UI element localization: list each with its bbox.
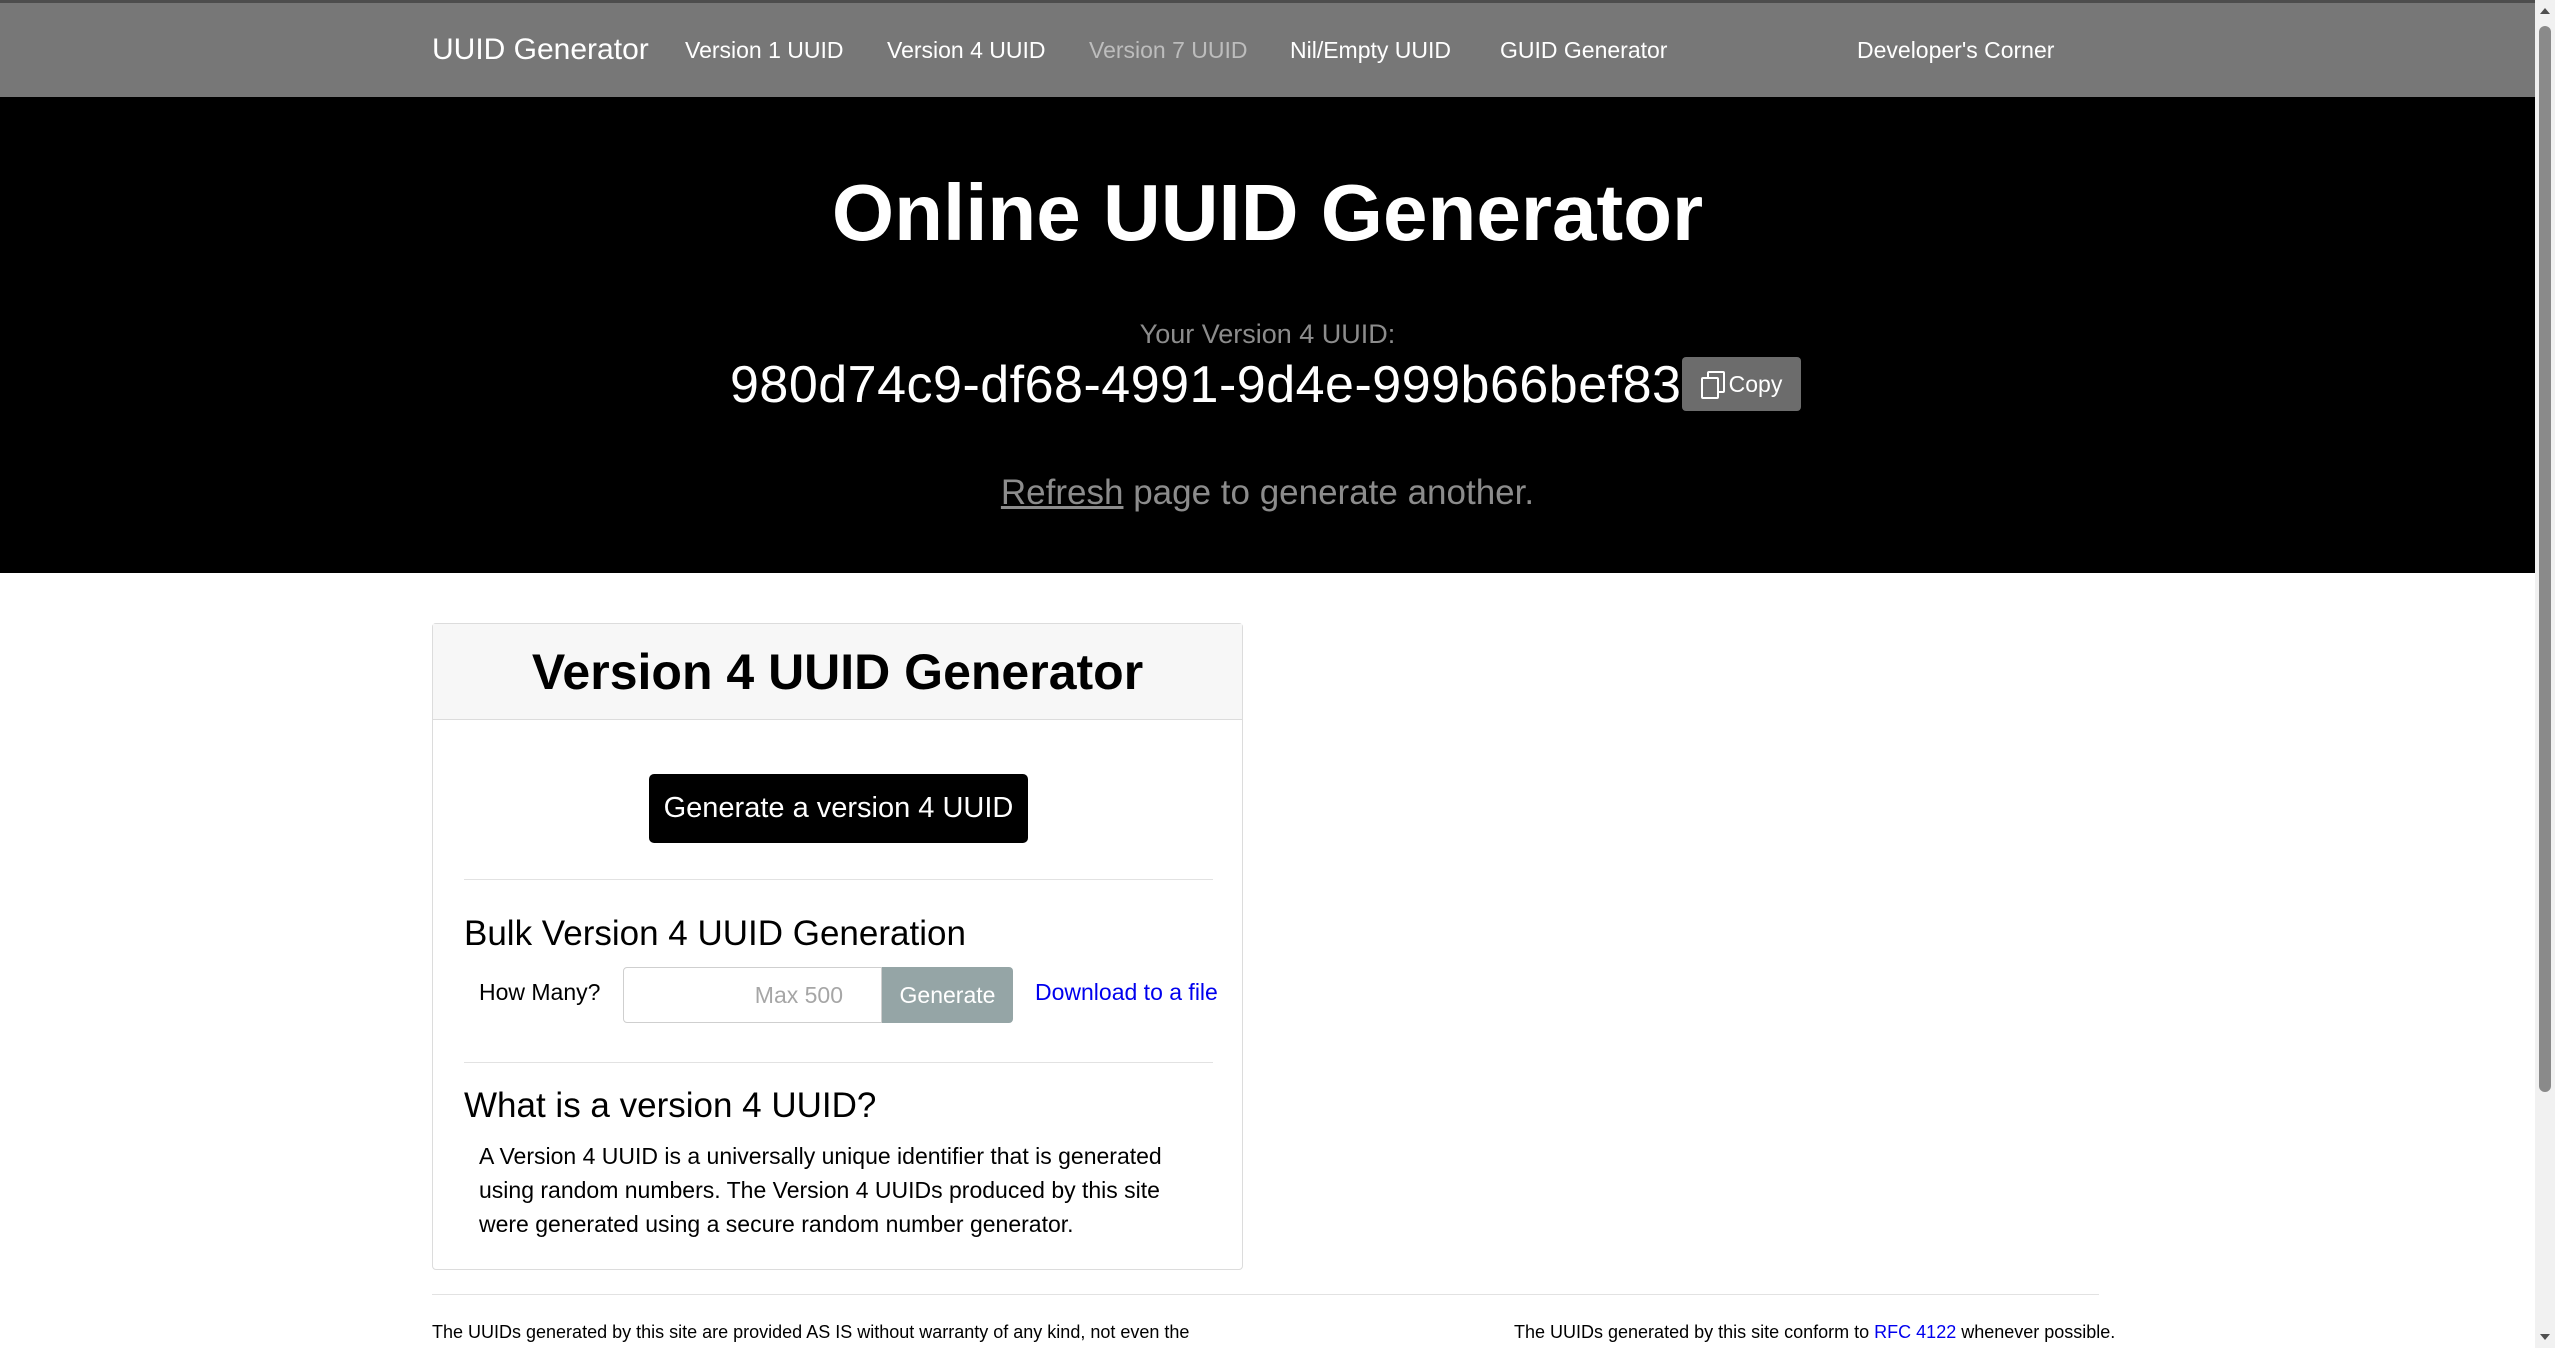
brand-link[interactable]: UUID Generator xyxy=(432,33,649,67)
copy-button-label: Copy xyxy=(1728,370,1783,397)
rfc-4122-link[interactable]: RFC 4122 xyxy=(1874,1322,1956,1342)
footer-disclaimer: The UUIDs generated by this site are pro… xyxy=(432,1322,1190,1342)
generated-uuid[interactable]: 980d74c9-df68-4991-9d4e-999b66bef833 xyxy=(730,355,1711,415)
refresh-line: Refresh page to generate another. xyxy=(0,473,2535,513)
bulk-generation-title: Bulk Version 4 UUID Generation xyxy=(464,914,966,953)
nav-guid-generator[interactable]: GUID Generator xyxy=(1500,37,1667,64)
card-divider xyxy=(464,879,1213,880)
refresh-link[interactable]: Refresh xyxy=(1001,473,1124,512)
refresh-suffix: page to generate another. xyxy=(1123,473,1535,512)
nav-version1-uuid[interactable]: Version 1 UUID xyxy=(685,37,844,64)
bulk-generate-button[interactable]: Generate xyxy=(882,967,1013,1023)
footer-rfc-prefix: The UUIDs generated by this site conform… xyxy=(1514,1322,1875,1342)
nav-nil-empty-uuid[interactable]: Nil/Empty UUID xyxy=(1290,37,1451,64)
scroll-down-icon[interactable] xyxy=(2540,1334,2550,1340)
uuid-count-input[interactable] xyxy=(623,967,882,1023)
uuid-label: Your Version 4 UUID: xyxy=(1139,319,1396,349)
nav-version4-uuid[interactable]: Version 4 UUID xyxy=(887,37,1046,64)
page-title: Online UUID Generator xyxy=(831,168,1704,257)
v4-generator-card: Version 4 UUID Generator Generate a vers… xyxy=(432,623,1243,1270)
footer-rfc-suffix: whenever possible. xyxy=(1956,1322,2116,1342)
copy-icon xyxy=(1700,371,1725,399)
footer-divider xyxy=(432,1294,2099,1295)
card-title: Version 4 UUID Generator xyxy=(433,624,1242,720)
card-divider xyxy=(464,1062,1213,1063)
hero-section: Online UUID Generator Your Version 4 UUI… xyxy=(0,97,2535,573)
vertical-scrollbar[interactable] xyxy=(2535,0,2555,1348)
uuid-row: 980d74c9-df68-4991-9d4e-999b66bef833 Cop… xyxy=(0,349,2535,423)
copy-button[interactable]: Copy xyxy=(1682,357,1801,411)
download-to-file-link[interactable]: Download to a file xyxy=(1035,979,1218,1006)
scrollbar-thumb[interactable] xyxy=(2539,26,2551,1092)
how-many-label: How Many? xyxy=(479,979,601,1005)
v4-description: A Version 4 UUID is a universally unique… xyxy=(479,1143,1162,1237)
top-navbar: UUID Generator Version 1 UUID Version 4 … xyxy=(0,0,2535,97)
what-is-v4-title: What is a version 4 UUID? xyxy=(464,1086,877,1125)
nav-version7-uuid[interactable]: Version 7 UUID xyxy=(1089,37,1248,64)
nav-developers-corner[interactable]: Developer's Corner xyxy=(1857,37,2054,64)
generate-v4-button[interactable]: Generate a version 4 UUID xyxy=(649,774,1028,843)
footer-rfc-note: The UUIDs generated by this site conform… xyxy=(1514,1322,2115,1343)
scroll-up-icon[interactable] xyxy=(2540,8,2550,14)
